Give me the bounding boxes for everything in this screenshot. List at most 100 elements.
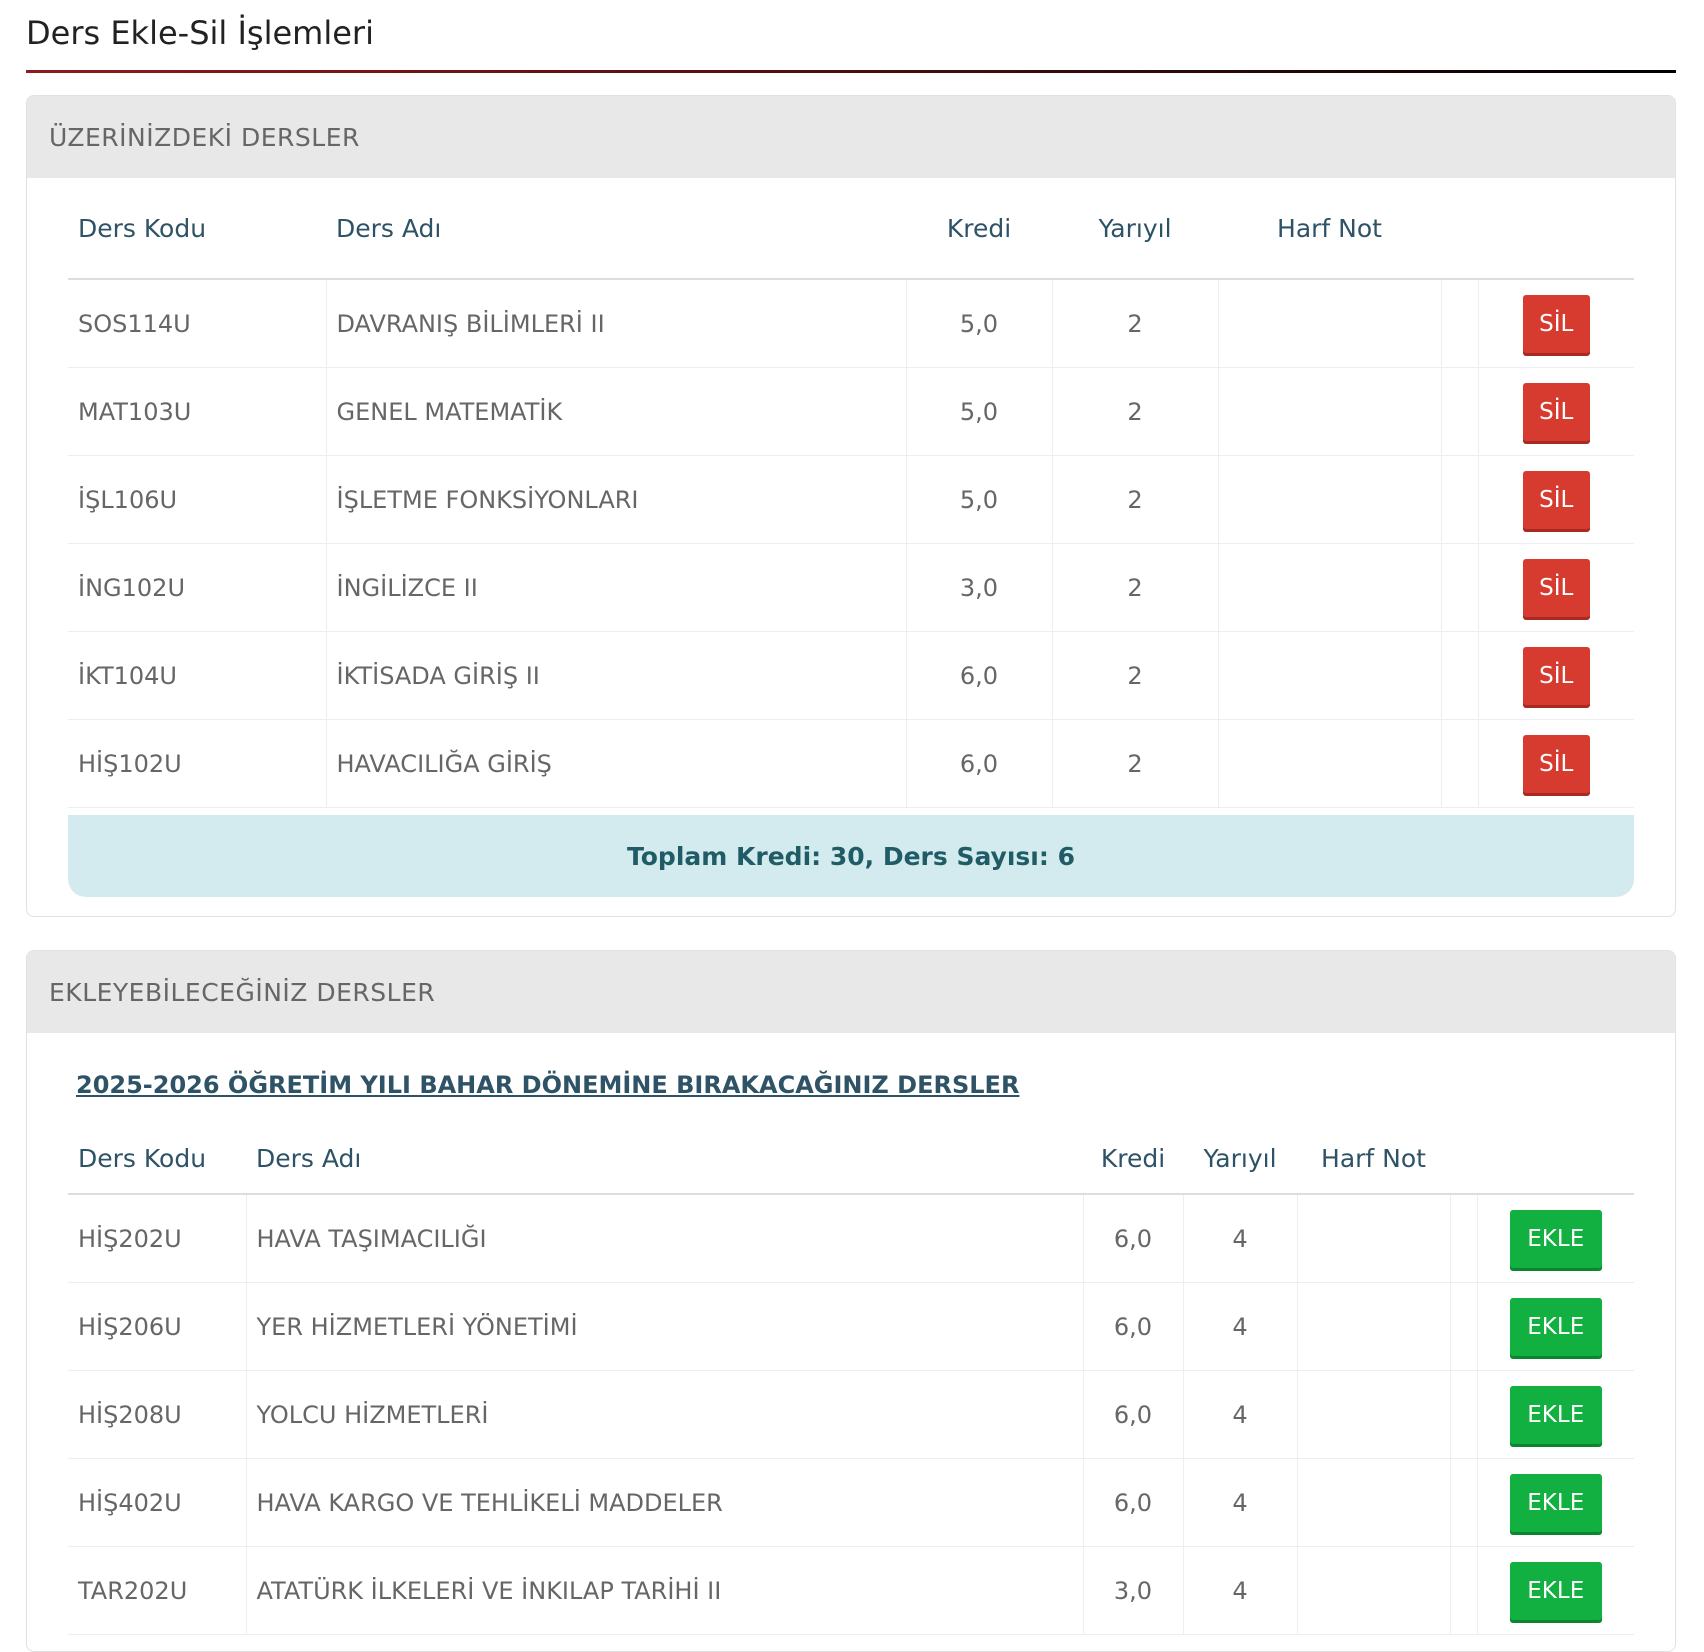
course-code: MAT103U — [68, 367, 327, 456]
course-name: HAVA TAŞIMACILIĞI — [246, 1194, 1084, 1283]
course-credit: 3,0 — [906, 543, 1053, 632]
delete-course-button[interactable]: SİL — [1522, 734, 1590, 793]
delete-course-button[interactable]: SİL — [1522, 382, 1590, 441]
course-credit: 6,0 — [1083, 1282, 1184, 1371]
course-grade — [1218, 543, 1442, 632]
add-course-button[interactable]: EKLE — [1509, 1385, 1602, 1444]
table-row: HİŞ208U YOLCU HİZMETLERİ 6,0 4 EKLE — [68, 1370, 1634, 1459]
course-code: HİŞ102U — [68, 719, 327, 808]
course-code: HİŞ402U — [68, 1458, 247, 1547]
course-name: YER HİZMETLERİ YÖNETİMİ — [246, 1282, 1084, 1371]
course-code: İNG102U — [68, 543, 327, 632]
course-name: GENEL MATEMATİK — [326, 367, 907, 456]
action-cell: SİL — [1478, 719, 1634, 808]
table-row: HİŞ206U YER HİZMETLERİ YÖNETİMİ 6,0 4 EKLE — [68, 1282, 1634, 1371]
course-name: İKTİSADA GİRİŞ II — [326, 631, 907, 720]
course-semester: 2 — [1052, 631, 1219, 720]
enrolled-courses-panel: ÜZERİNİZDEKİ DERSLER Ders Kodu Ders Adı … — [26, 95, 1676, 917]
spacer-cell — [1441, 631, 1479, 720]
table-row: MAT103U GENEL MATEMATİK 5,0 2 SİL — [68, 367, 1634, 456]
column-header-grade: Harf Not — [1297, 1123, 1450, 1195]
spacer-cell — [1441, 719, 1479, 808]
action-cell: SİL — [1478, 631, 1634, 720]
table-row: İKT104U İKTİSADA GİRİŞ II 6,0 2 SİL — [68, 631, 1634, 720]
add-course-button[interactable]: EKLE — [1509, 1561, 1602, 1620]
delete-course-button[interactable]: SİL — [1522, 558, 1590, 617]
available-courses-body: HİŞ202U HAVA TAŞIMACILIĞI 6,0 4 EKLE HİŞ206U Y… — [68, 1194, 1634, 1635]
course-code: İKT104U — [68, 631, 327, 720]
total-credits-summary: Toplam Kredi: 30, Ders Sayısı: 6 — [68, 815, 1634, 897]
add-course-button[interactable]: EKLE — [1509, 1297, 1602, 1356]
available-courses-header: EKLEYEBİLECEĞİNİZ DERSLER — [27, 951, 1675, 1033]
course-name: İŞLETME FONKSİYONLARI — [326, 455, 907, 544]
available-courses-table: Ders Kodu Ders Adı Kredi Yarıyıl Harf No… — [68, 1123, 1634, 1635]
course-name: HAVA KARGO VE TEHLİKELİ MADDELER — [246, 1458, 1084, 1547]
delete-course-button[interactable]: SİL — [1522, 470, 1590, 529]
page-title: Ders Ekle-Sil İşlemleri — [26, 14, 374, 52]
course-name: ATATÜRK İLKELERİ VE İNKILAP TARİHİ II — [246, 1546, 1084, 1635]
column-header-name: Ders Adı — [246, 1123, 1083, 1195]
column-header-code: Ders Kodu — [68, 1123, 246, 1195]
column-header-credit: Kredi — [1083, 1123, 1183, 1195]
course-name: İNGİLİZCE II — [326, 543, 907, 632]
course-semester: 2 — [1052, 455, 1219, 544]
column-header-grade: Harf Not — [1218, 178, 1441, 280]
course-name: HAVACILIĞA GİRİŞ — [326, 719, 907, 808]
course-grade — [1218, 719, 1442, 808]
spacer-cell — [1450, 1546, 1478, 1635]
table-row: HİŞ202U HAVA TAŞIMACILIĞI 6,0 4 EKLE — [68, 1194, 1634, 1283]
course-code: HİŞ206U — [68, 1282, 247, 1371]
table-row: TAR202U ATATÜRK İLKELERİ VE İNKILAP TARİH… — [68, 1546, 1634, 1635]
column-header-credit: Kredi — [906, 178, 1052, 280]
course-credit: 6,0 — [1083, 1458, 1184, 1547]
page-container: Ders Ekle-Sil İşlemleri ÜZERİNİZDEKİ DER… — [26, 0, 1676, 1652]
spacer-cell — [1450, 1194, 1478, 1283]
course-grade — [1297, 1194, 1451, 1283]
course-credit: 6,0 — [1083, 1370, 1184, 1459]
action-cell: SİL — [1478, 543, 1634, 632]
available-courses-panel: EKLEYEBİLECEĞİNİZ DERSLER 2025-2026 ÖĞRE… — [26, 950, 1676, 1652]
course-name: DAVRANIŞ BİLİMLERİ II — [326, 279, 907, 368]
table-row: İNG102U İNGİLİZCE II 3,0 2 SİL — [68, 543, 1634, 632]
course-code: SOS114U — [68, 279, 327, 368]
course-code: HİŞ208U — [68, 1370, 247, 1459]
table-header-row: Ders Kodu Ders Adı Kredi Yarıyıl Harf No… — [68, 178, 1634, 280]
spacer-cell — [1450, 1458, 1478, 1547]
course-credit: 3,0 — [1083, 1546, 1184, 1635]
action-cell: EKLE — [1477, 1282, 1634, 1371]
course-grade — [1297, 1282, 1451, 1371]
course-semester: 2 — [1052, 719, 1219, 808]
course-semester: 4 — [1183, 1194, 1298, 1283]
term-courses-link[interactable]: 2025-2026 ÖĞRETİM YILI BAHAR DÖNEMİNE BI… — [76, 1071, 1019, 1099]
delete-course-button[interactable]: SİL — [1522, 646, 1590, 705]
column-header-semester: Yarıyıl — [1052, 178, 1218, 280]
action-cell: SİL — [1478, 455, 1634, 544]
column-header-action — [1477, 1123, 1634, 1195]
table-row: HİŞ402U HAVA KARGO VE TEHLİKELİ MADDELER 6… — [68, 1458, 1634, 1547]
course-grade — [1297, 1546, 1451, 1635]
course-name: YOLCU HİZMETLERİ — [246, 1370, 1084, 1459]
course-semester: 2 — [1052, 279, 1219, 368]
add-course-button[interactable]: EKLE — [1509, 1209, 1602, 1268]
course-credit: 6,0 — [1083, 1194, 1184, 1283]
spacer-cell — [1450, 1282, 1478, 1371]
course-semester: 4 — [1183, 1282, 1298, 1371]
spacer-cell — [1441, 367, 1479, 456]
spacer-cell — [1441, 279, 1479, 368]
enrolled-courses-header: ÜZERİNİZDEKİ DERSLER — [27, 96, 1675, 178]
course-semester: 4 — [1183, 1370, 1298, 1459]
table-header-row: Ders Kodu Ders Adı Kredi Yarıyıl Harf No… — [68, 1123, 1634, 1195]
course-semester: 2 — [1052, 367, 1219, 456]
course-grade — [1218, 631, 1442, 720]
action-cell: SİL — [1478, 279, 1634, 368]
table-row: SOS114U DAVRANIŞ BİLİMLERİ II 5,0 2 SİL — [68, 279, 1634, 368]
title-divider — [26, 70, 1676, 73]
add-course-button[interactable]: EKLE — [1509, 1473, 1602, 1532]
action-cell: SİL — [1478, 367, 1634, 456]
course-credit: 5,0 — [906, 455, 1053, 544]
course-credit: 5,0 — [906, 367, 1053, 456]
column-header-action — [1478, 178, 1634, 280]
column-header-name: Ders Adı — [326, 178, 906, 280]
delete-course-button[interactable]: SİL — [1522, 294, 1590, 353]
action-cell: EKLE — [1477, 1194, 1634, 1283]
